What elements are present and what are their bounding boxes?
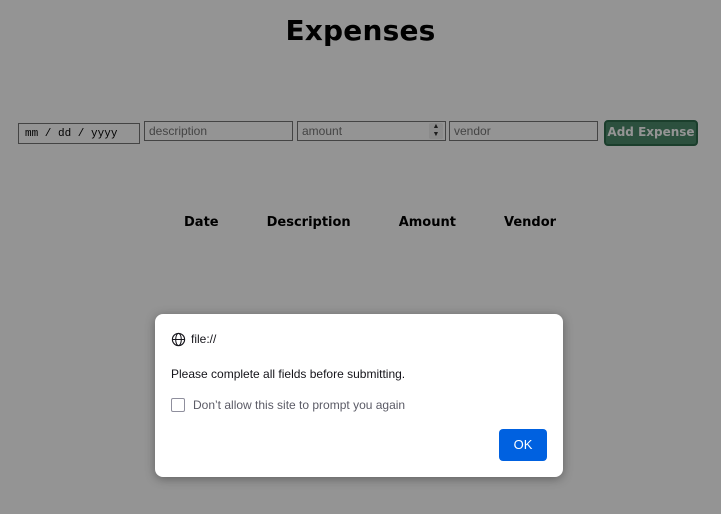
dialog-origin-text: file://: [191, 332, 217, 346]
dialog-origin: file://: [171, 330, 216, 348]
dialog-message: Please complete all fields before submit…: [171, 367, 406, 381]
ok-button[interactable]: OK: [499, 429, 547, 461]
alert-dialog: file:// Please complete all fields befor…: [155, 314, 563, 477]
globe-icon: [171, 332, 186, 346]
suppress-prompts-checkbox[interactable]: [171, 398, 185, 412]
suppress-prompts-option[interactable]: Don’t allow this site to prompt you agai…: [171, 398, 405, 412]
suppress-prompts-label: Don’t allow this site to prompt you agai…: [193, 398, 406, 412]
